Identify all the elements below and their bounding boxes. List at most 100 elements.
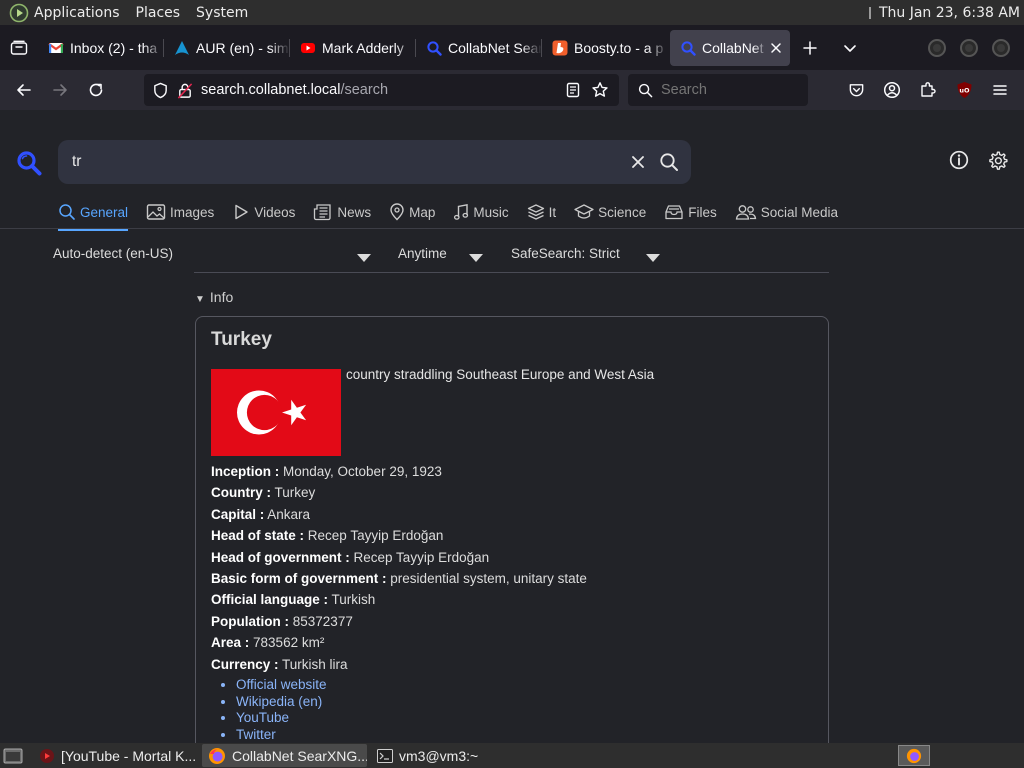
taskbar-item-firefox[interactable]: CollabNet SearXNG... bbox=[202, 744, 367, 767]
reload-icon bbox=[89, 83, 103, 97]
places-menu[interactable]: Places bbox=[136, 5, 181, 21]
info-heading: Info bbox=[209, 289, 234, 305]
list-all-tabs-button[interactable] bbox=[830, 30, 870, 66]
category-label: Files bbox=[688, 204, 717, 220]
category-news[interactable]: News bbox=[313, 198, 371, 226]
reader-view-icon[interactable] bbox=[565, 82, 581, 98]
field-value: 783562 km² bbox=[253, 635, 325, 651]
category-label: Videos bbox=[254, 204, 296, 220]
official-website-link[interactable]: Official website bbox=[236, 677, 327, 692]
field-value: Monday, October 29, 1923 bbox=[283, 464, 442, 479]
youtube-link[interactable]: YouTube bbox=[236, 710, 289, 725]
field-label: Head of government : bbox=[211, 549, 350, 565]
web-search-input[interactable] bbox=[661, 82, 791, 98]
distro-logo-icon[interactable] bbox=[9, 3, 29, 23]
category-general[interactable]: General bbox=[58, 198, 129, 231]
tracking-protection-shield-icon[interactable] bbox=[152, 82, 169, 99]
web-search-bar[interactable] bbox=[628, 74, 808, 106]
tab-collabnet-active[interactable]: CollabNet S bbox=[670, 29, 790, 66]
ublock-origin-button[interactable]: uO bbox=[946, 74, 982, 106]
info-toggle[interactable]: ▼ Info bbox=[195, 289, 233, 305]
time-dropdown-arrow-icon[interactable] bbox=[469, 254, 483, 262]
reload-button[interactable] bbox=[78, 74, 114, 106]
category-social-media[interactable]: Social Media bbox=[735, 198, 838, 226]
language-select[interactable]: Auto-detect (en-US) bbox=[53, 246, 173, 261]
tab-title: Mark Adderly bbox=[322, 39, 404, 56]
tab-title: Boosty.to - a p bbox=[574, 39, 664, 56]
pocket-icon bbox=[849, 83, 863, 96]
category-images[interactable]: Images bbox=[146, 198, 214, 226]
minimize-window-button[interactable] bbox=[928, 38, 946, 57]
image-icon bbox=[146, 204, 166, 220]
field-currency: Currency : Turkish lira bbox=[211, 654, 587, 675]
safesearch-select[interactable]: SafeSearch: Strict bbox=[511, 246, 620, 261]
firefox-view-icon bbox=[10, 40, 28, 55]
safesearch-dropdown-arrow-icon[interactable] bbox=[646, 254, 660, 262]
field-label: Capital : bbox=[211, 506, 265, 522]
language-dropdown-arrow-icon[interactable] bbox=[357, 254, 371, 262]
wikipedia-link[interactable]: Wikipedia (en) bbox=[236, 694, 322, 709]
info-circle-icon[interactable] bbox=[949, 150, 969, 170]
account-button[interactable] bbox=[874, 74, 910, 106]
bookmark-star-icon[interactable] bbox=[591, 81, 609, 99]
tab-boosty[interactable]: Boosty.to - a p bbox=[542, 30, 668, 66]
search-submit-icon[interactable] bbox=[659, 152, 679, 172]
settings-gear-icon[interactable] bbox=[987, 150, 1008, 171]
firefox-view-button[interactable] bbox=[0, 25, 38, 70]
hamburger-menu-icon bbox=[993, 85, 1007, 95]
music-note-icon bbox=[454, 203, 469, 220]
tab-youtube-mark-adderly[interactable]: Mark Adderly bbox=[290, 30, 416, 66]
searxng-icon bbox=[427, 40, 442, 56]
forward-button[interactable] bbox=[42, 74, 78, 106]
field-label: Head of state : bbox=[211, 528, 305, 544]
twitter-link[interactable]: Twitter bbox=[236, 727, 276, 742]
new-tab-button[interactable] bbox=[790, 30, 830, 66]
taskbar-item-terminal[interactable]: vm3@vm3:~ bbox=[371, 744, 511, 767]
list-item: Official website bbox=[236, 677, 327, 694]
close-tab-icon[interactable] bbox=[768, 40, 784, 56]
workspace-switcher[interactable] bbox=[898, 745, 930, 766]
category-videos[interactable]: Videos bbox=[232, 198, 295, 226]
field-head-of-state: Head of state : Recep Tayyip Erdoğan bbox=[211, 525, 587, 546]
taskbar-item-youtube[interactable]: [YouTube - Mortal K... bbox=[33, 744, 198, 767]
query-box[interactable]: tr bbox=[58, 140, 691, 184]
pocket-button[interactable] bbox=[838, 74, 874, 106]
field-country: Country : Turkey bbox=[211, 482, 587, 503]
category-it[interactable]: It bbox=[527, 198, 556, 226]
close-window-button[interactable] bbox=[992, 38, 1010, 57]
tab-title: AUR (en) - sim bbox=[196, 39, 289, 56]
show-desktop-icon[interactable] bbox=[3, 747, 23, 765]
ublock-origin-icon: uO bbox=[957, 82, 971, 98]
back-button[interactable] bbox=[6, 74, 42, 106]
category-label: General bbox=[80, 204, 129, 220]
category-files[interactable]: Files bbox=[664, 198, 717, 226]
field-value: 85372377 bbox=[292, 613, 353, 629]
field-inception: Inception : Monday, October 29, 1923 bbox=[211, 461, 587, 482]
extensions-button[interactable] bbox=[910, 74, 946, 106]
url-text: search.collabnet.local/search bbox=[201, 82, 565, 98]
category-map[interactable]: Map bbox=[389, 198, 435, 226]
tab-collabnet-search[interactable]: CollabNet Sear bbox=[416, 30, 542, 66]
gmail-icon bbox=[48, 42, 64, 53]
insecure-lock-icon[interactable] bbox=[177, 82, 193, 99]
time-range-select[interactable]: Anytime bbox=[398, 246, 447, 261]
top-panel: Applications Places System Thu Jan 23, 6… bbox=[0, 0, 1024, 25]
arrow-right-icon bbox=[53, 84, 67, 96]
applications-menu[interactable]: Applications bbox=[34, 5, 120, 21]
list-item: YouTube bbox=[236, 710, 327, 727]
tab-gmail[interactable]: Inbox (2) - tha bbox=[38, 30, 164, 66]
category-science[interactable]: Science bbox=[574, 198, 646, 226]
searxng-logo-icon[interactable] bbox=[16, 150, 42, 176]
category-music[interactable]: Music bbox=[453, 198, 509, 226]
system-menu[interactable]: System bbox=[196, 5, 248, 21]
field-label: Currency : bbox=[211, 656, 279, 672]
panel-clock[interactable]: Thu Jan 23, 6:38 AM bbox=[879, 5, 1020, 21]
maximize-window-button[interactable] bbox=[960, 38, 978, 57]
address-bar[interactable]: search.collabnet.local/search bbox=[144, 74, 619, 106]
clear-search-icon[interactable] bbox=[631, 155, 645, 169]
tab-aur[interactable]: AUR (en) - sim bbox=[164, 30, 290, 66]
filters-divider bbox=[194, 272, 829, 273]
field-population: Population : 85372377 bbox=[211, 611, 587, 632]
app-menu-button[interactable] bbox=[982, 74, 1018, 106]
query-input[interactable]: tr bbox=[72, 153, 631, 171]
